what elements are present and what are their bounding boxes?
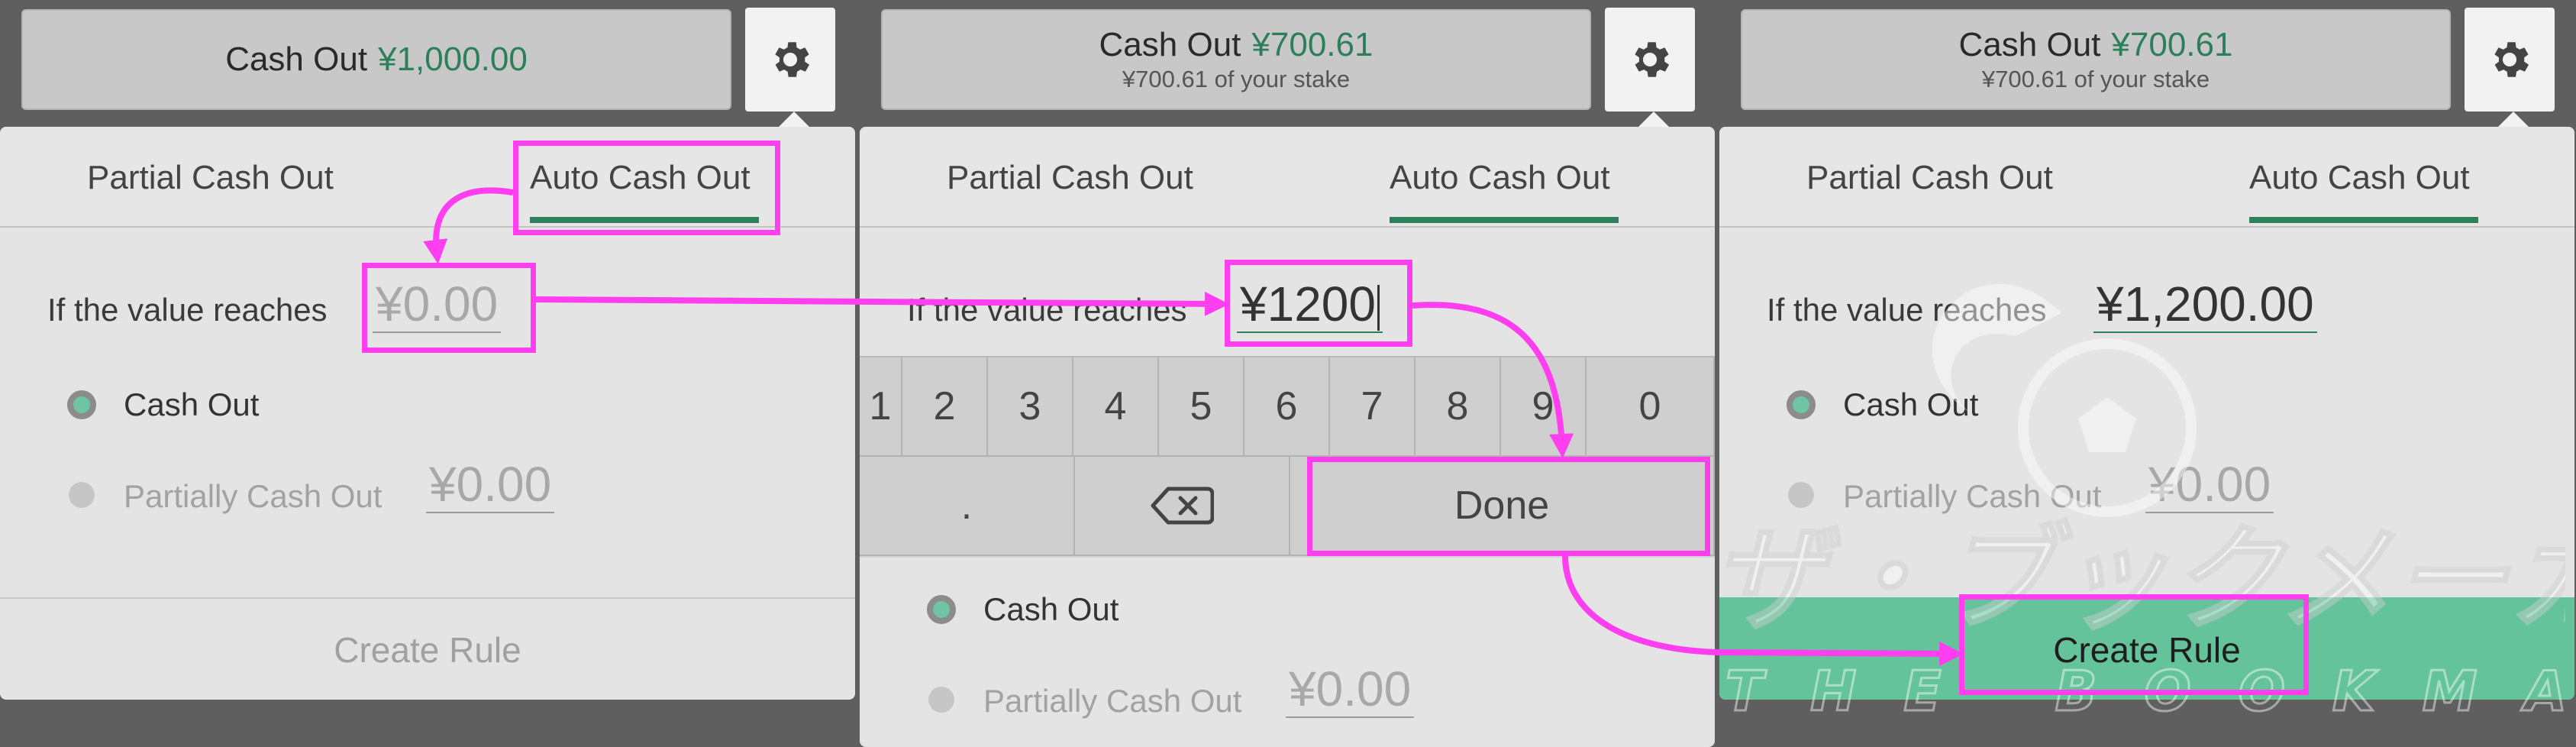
value-reaches-label: If the value reaches	[47, 292, 328, 328]
tab-bar: Partial Cash Out Auto Cash Out	[860, 127, 1715, 228]
key-5[interactable]: 5	[1159, 357, 1244, 457]
cash-out-label: Cash Out	[1099, 26, 1241, 63]
value-input[interactable]: ¥0.00	[373, 276, 502, 333]
value-input[interactable]: ¥1200	[1237, 276, 1383, 333]
settings-button[interactable]	[2465, 8, 2555, 127]
cash-out-radio[interactable]	[1787, 390, 1816, 419]
cash-out-radio[interactable]	[67, 390, 96, 419]
cash-out-label: Cash Out	[1958, 26, 2101, 63]
cash-out-amount: ¥1,000.00	[378, 40, 528, 78]
cash-out-option-label: Cash Out	[1843, 386, 1979, 422]
gear-icon	[2494, 42, 2529, 77]
tab-auto-cash-out[interactable]: Auto Cash Out	[2249, 159, 2470, 197]
create-rule-button[interactable]: Create Rule	[0, 597, 855, 700]
done-key[interactable]: Done	[1290, 457, 1715, 556]
panel-initial: Cash Out ¥1,000.00 Partial Cash Out Auto …	[0, 0, 855, 747]
panel-rule-ready: Cash Out ¥700.61 ¥700.61 of your stake Pa…	[1719, 0, 2574, 747]
cash-out-amount: ¥700.61	[2111, 26, 2233, 63]
tab-partial-cash-out[interactable]: Partial Cash Out	[87, 159, 334, 197]
tab-auto-cash-out[interactable]: Auto Cash Out	[1390, 159, 1610, 197]
tab-auto-cash-out[interactable]: Auto Cash Out	[530, 159, 751, 197]
partial-amount-input[interactable]: ¥0.00	[2145, 457, 2274, 513]
cash-out-amount: ¥700.61	[1251, 26, 1374, 63]
partial-cash-out-radio[interactable]	[928, 687, 954, 713]
key-0[interactable]: 0	[1587, 357, 1715, 457]
key-4[interactable]: 4	[1073, 357, 1159, 457]
cash-out-line: Cash Out ¥700.61	[1959, 26, 2233, 64]
cash-out-radio[interactable]	[927, 595, 956, 624]
cash-out-label: Cash Out	[225, 40, 368, 78]
tab-active-indicator	[2249, 217, 2478, 223]
backspace-icon	[1151, 487, 1214, 525]
key-3[interactable]: 3	[988, 357, 1073, 457]
key-dot[interactable]: .	[860, 457, 1075, 556]
text-cursor	[1377, 285, 1380, 331]
gear-icon	[1635, 42, 1670, 77]
key-2[interactable]: 2	[902, 357, 988, 457]
key-1[interactable]: 1	[860, 357, 902, 457]
key-8[interactable]: 8	[1416, 357, 1501, 457]
cash-out-button[interactable]: Cash Out ¥1,000.00	[21, 9, 731, 110]
gear-icon	[775, 42, 810, 77]
cash-out-button[interactable]: Cash Out ¥700.61 ¥700.61 of your stake	[881, 9, 1591, 110]
tab-active-indicator	[530, 217, 759, 223]
partial-cash-out-radio[interactable]	[69, 482, 95, 508]
cash-out-button[interactable]: Cash Out ¥700.61 ¥700.61 of your stake	[1741, 9, 2451, 110]
partial-cash-out-option-label: Partially Cash Out	[124, 478, 383, 514]
value-reaches-label: If the value reaches	[907, 292, 1187, 328]
cash-out-option-label: Cash Out	[983, 591, 1119, 627]
cash-out-line: Cash Out ¥1,000.00	[225, 40, 528, 79]
panel-entering-value: Cash Out ¥700.61 ¥700.61 of your stake Pa…	[860, 0, 1715, 747]
tab-partial-cash-out[interactable]: Partial Cash Out	[1806, 159, 2053, 197]
value-input-text: ¥1200	[1240, 276, 1376, 331]
cash-out-card: Partial Cash Out Auto Cash Out If the va…	[860, 127, 1715, 747]
partial-amount-input[interactable]: ¥0.00	[1286, 661, 1415, 718]
partial-cash-out-radio[interactable]	[1788, 482, 1814, 508]
cash-out-option-label: Cash Out	[124, 386, 260, 422]
settings-button[interactable]	[745, 8, 835, 127]
numeric-keypad: 1 2 3 4 5 6 7 8 9 0 . Done	[860, 356, 1715, 558]
backspace-key[interactable]	[1075, 457, 1290, 556]
tab-partial-cash-out[interactable]: Partial Cash Out	[947, 159, 1193, 197]
partial-amount-input[interactable]: ¥0.00	[426, 457, 555, 513]
key-6[interactable]: 6	[1244, 357, 1330, 457]
cash-out-stake-note: ¥700.61 of your stake	[1981, 66, 2210, 92]
value-input[interactable]: ¥1,200.00	[2093, 276, 2317, 333]
key-7[interactable]: 7	[1330, 357, 1416, 457]
key-9[interactable]: 9	[1501, 357, 1587, 457]
settings-button[interactable]	[1605, 8, 1695, 127]
tab-bar: Partial Cash Out Auto Cash Out	[1719, 127, 2574, 228]
create-rule-button[interactable]: Create Rule	[1719, 597, 2574, 700]
value-reaches-label: If the value reaches	[1767, 292, 2047, 328]
cash-out-line: Cash Out ¥700.61	[1099, 26, 1374, 64]
cash-out-card: Partial Cash Out Auto Cash Out If the va…	[0, 127, 855, 700]
partial-cash-out-option-label: Partially Cash Out	[1843, 478, 2102, 514]
tab-active-indicator	[1390, 217, 1619, 223]
cash-out-card: Partial Cash Out Auto Cash Out If the va…	[1719, 127, 2574, 700]
tab-bar: Partial Cash Out Auto Cash Out	[0, 127, 855, 228]
cash-out-stake-note: ¥700.61 of your stake	[1122, 66, 1351, 92]
partial-cash-out-option-label: Partially Cash Out	[983, 683, 1242, 719]
